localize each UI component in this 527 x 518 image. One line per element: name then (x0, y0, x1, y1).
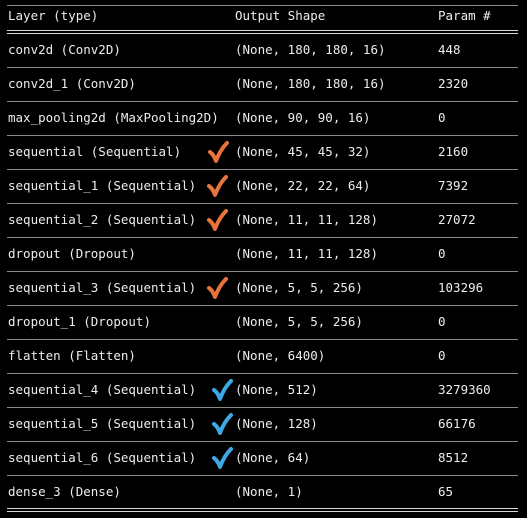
layer-name: conv2d_1 (Conv2D) (8, 76, 136, 91)
top-rule (7, 5, 518, 6)
output-shape: (None, 180, 180, 16) (235, 76, 386, 91)
param-count: 2160 (438, 144, 469, 159)
layer-name: sequential (Sequential) (8, 144, 182, 159)
output-shape: (None, 11, 11, 128) (235, 212, 378, 227)
param-count: 2320 (438, 76, 469, 91)
row-separator (7, 475, 518, 476)
layer-name: dropout_1 (Dropout) (8, 314, 151, 329)
checkmark-icon (207, 209, 228, 231)
row-separator (7, 373, 518, 374)
output-shape: (None, 45, 45, 32) (235, 144, 371, 159)
footer-double-rule (7, 508, 518, 512)
layer-name: dense_3 (Dense) (8, 484, 121, 499)
checkmark-icon (212, 413, 233, 435)
layer-name: dropout (Dropout) (8, 246, 136, 261)
checkmark-icon (212, 447, 233, 469)
output-shape: (None, 1) (235, 484, 303, 499)
param-count: 65 (438, 484, 454, 499)
row-separator (7, 271, 518, 272)
layer-name: conv2d (Conv2D) (8, 42, 121, 57)
row-separator (7, 237, 518, 238)
param-count: 8512 (438, 450, 469, 465)
param-count: 7392 (438, 178, 469, 193)
output-shape: (None, 128) (235, 416, 318, 431)
param-count: 0 (438, 348, 446, 363)
checkmark-icon (207, 277, 228, 299)
layer-name: sequential_5 (Sequential) (8, 416, 197, 431)
row-separator (7, 339, 518, 340)
model-summary-table: Layer (type) Output Shape Param # conv2d… (0, 0, 527, 518)
output-shape: (None, 22, 22, 64) (235, 178, 371, 193)
checkmark-icon (207, 175, 228, 197)
param-count: 103296 (438, 280, 484, 295)
output-shape: (None, 512) (235, 382, 318, 397)
output-shape: (None, 5, 5, 256) (235, 280, 363, 295)
param-count: 66176 (438, 416, 476, 431)
param-count: 3279360 (438, 382, 491, 397)
output-shape: (None, 64) (235, 450, 311, 465)
output-shape: (None, 11, 11, 128) (235, 246, 378, 261)
row-separator (7, 407, 518, 408)
param-count: 0 (438, 110, 446, 125)
header-output-shape: Output Shape (235, 8, 326, 23)
layer-name: flatten (Flatten) (8, 348, 136, 363)
row-separator (7, 203, 518, 204)
param-count: 448 (438, 42, 461, 57)
param-count: 27072 (438, 212, 476, 227)
row-separator (7, 67, 518, 68)
row-separator (7, 441, 518, 442)
layer-name: sequential_1 (Sequential) (8, 178, 197, 193)
param-count: 0 (438, 314, 446, 329)
row-separator (7, 169, 518, 170)
header-param-count: Param # (438, 8, 491, 23)
param-count: 0 (438, 246, 446, 261)
header-double-rule (7, 30, 518, 34)
checkmark-icon (212, 379, 233, 401)
layer-name: sequential_4 (Sequential) (8, 382, 197, 397)
output-shape: (None, 5, 5, 256) (235, 314, 363, 329)
row-separator (7, 135, 518, 136)
output-shape: (None, 6400) (235, 348, 326, 363)
output-shape: (None, 180, 180, 16) (235, 42, 386, 57)
row-separator (7, 305, 518, 306)
header-layer-type: Layer (type) (8, 8, 99, 23)
layer-name: max_pooling2d (MaxPooling2D) (8, 110, 219, 125)
row-separator (7, 101, 518, 102)
checkmark-icon (208, 141, 229, 163)
layer-name: sequential_2 (Sequential) (8, 212, 197, 227)
layer-name: sequential_3 (Sequential) (8, 280, 197, 295)
output-shape: (None, 90, 90, 16) (235, 110, 371, 125)
layer-name: sequential_6 (Sequential) (8, 450, 197, 465)
